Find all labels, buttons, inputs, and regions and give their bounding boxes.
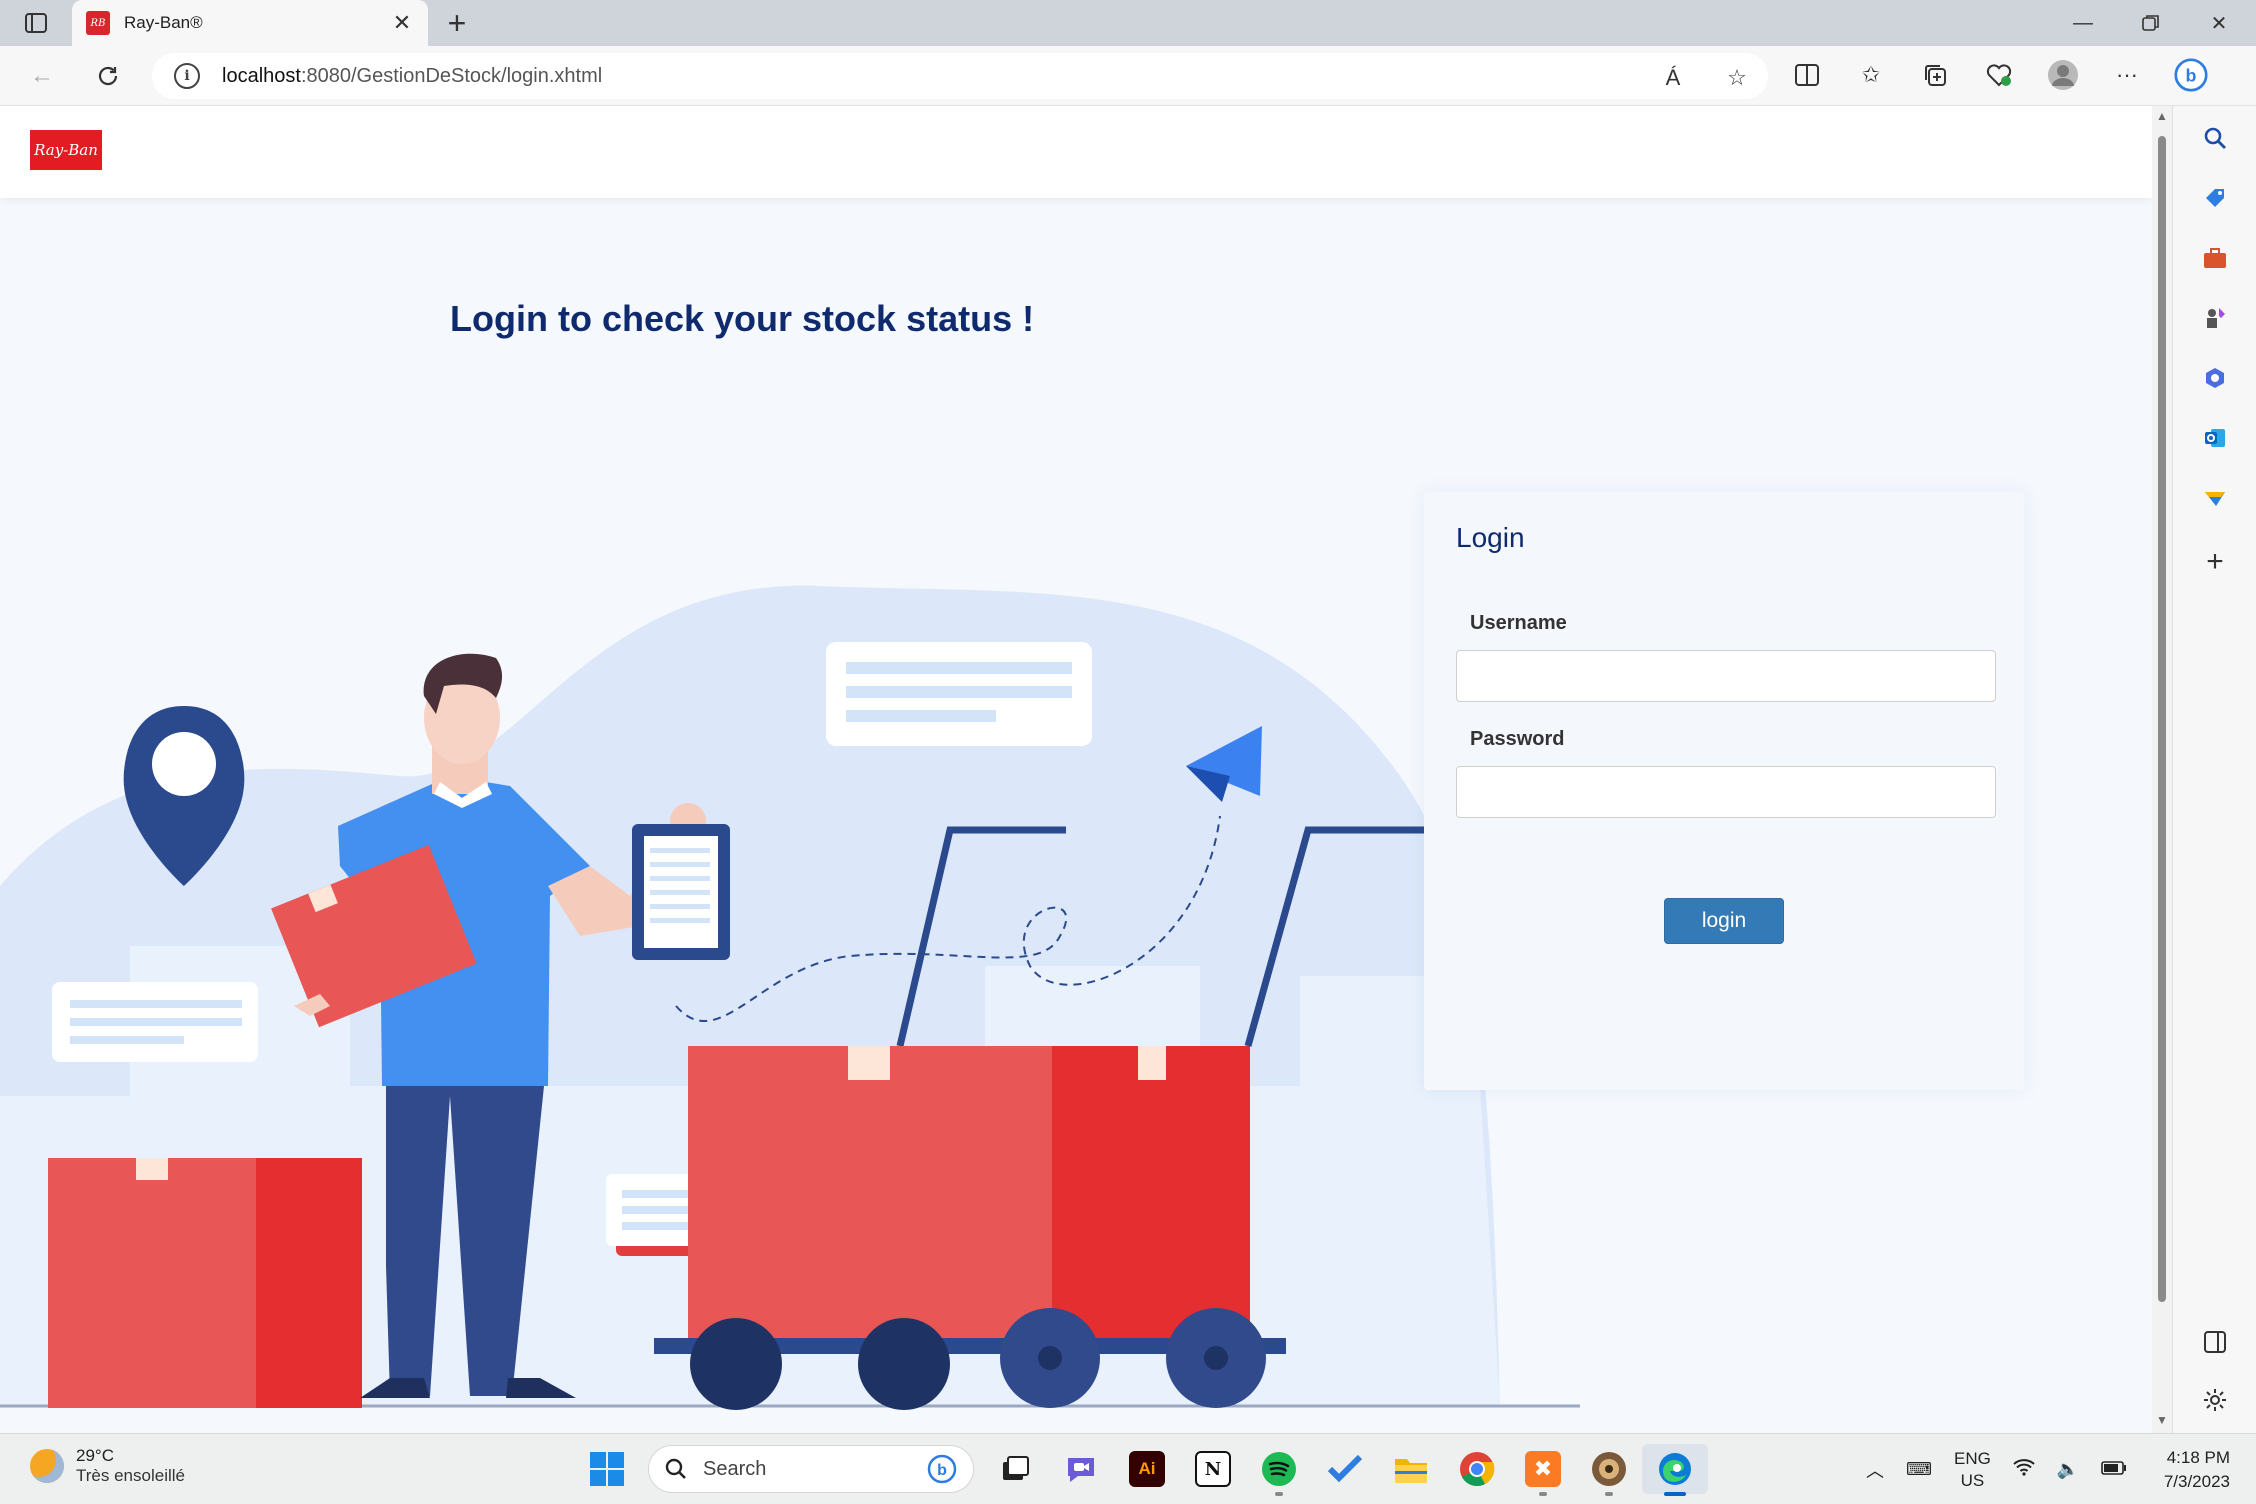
- login-panel: Login Username Password login: [1424, 492, 2024, 1090]
- language-code: ENG: [1953, 1448, 1991, 1468]
- favorite-star-icon[interactable]: ☆: [1720, 61, 1754, 95]
- new-tab-icon[interactable]: +: [440, 6, 474, 40]
- split-screen-icon[interactable]: [1790, 58, 1824, 92]
- hide-sidebar-icon[interactable]: [2199, 1326, 2231, 1358]
- todo-icon[interactable]: [1312, 1444, 1378, 1494]
- outlook-icon[interactable]: [2199, 422, 2231, 454]
- system-tray: ︿ ⌨ ENG US 🔈: [1866, 1434, 2127, 1504]
- notion-icon[interactable]: N: [1180, 1444, 1246, 1494]
- spotify-icon[interactable]: [1246, 1444, 1312, 1496]
- close-tab-icon[interactable]: ✕: [390, 10, 414, 36]
- illustrator-icon[interactable]: Ai: [1114, 1444, 1180, 1494]
- password-label: Password: [1470, 728, 1565, 750]
- tab-title: Ray-Ban®: [124, 13, 203, 32]
- restore-icon[interactable]: [2118, 0, 2184, 46]
- edge-icon[interactable]: [1642, 1444, 1708, 1496]
- login-button[interactable]: login: [1664, 898, 1784, 944]
- favorites-icon[interactable]: ✩: [1854, 58, 1888, 92]
- app-avatar-icon[interactable]: [1576, 1444, 1642, 1496]
- rayban-logo[interactable]: Ray-Ban: [30, 130, 102, 170]
- battery-icon[interactable]: [2101, 1459, 2127, 1480]
- url-host: localhost: [222, 64, 301, 87]
- svg-text:b: b: [937, 1462, 947, 1479]
- tools-briefcase-icon[interactable]: [2199, 242, 2231, 274]
- add-sidebar-app-icon[interactable]: +: [2199, 545, 2231, 578]
- search-icon: [665, 1458, 686, 1479]
- scroll-down-arrow-icon[interactable]: ▼: [2156, 1414, 2168, 1426]
- task-view-icon[interactable]: [982, 1444, 1048, 1494]
- microsoft-365-icon[interactable]: [2199, 362, 2231, 394]
- url-field[interactable]: i localhost:8080/GestionDeStock/login.xh…: [152, 53, 1768, 99]
- language-region: US: [1960, 1470, 1985, 1490]
- copilot-icon[interactable]: b: [2174, 58, 2208, 92]
- rayban-favicon-icon: RB: [86, 11, 110, 35]
- show-hidden-icons-chevron-icon[interactable]: ︿: [1866, 1457, 1884, 1483]
- page-scrollbar[interactable]: ▲ ▼: [2152, 106, 2172, 1433]
- tab-strip: RB Ray-Ban® ✕ + — ✕: [0, 0, 2256, 46]
- language-indicator[interactable]: ENG US: [1954, 1448, 1991, 1492]
- username-input[interactable]: [1456, 650, 1996, 702]
- warehouse-illustration: [0, 585, 1580, 1410]
- login-title: Login: [1456, 522, 1525, 553]
- weather-temperature: 29°C: [76, 1446, 114, 1465]
- back-arrow-icon[interactable]: ←: [24, 58, 60, 94]
- scroll-thumb[interactable]: [2158, 136, 2166, 1302]
- file-explorer-icon[interactable]: [1378, 1444, 1444, 1494]
- volume-icon[interactable]: 🔈: [2057, 1459, 2079, 1480]
- read-aloud-icon[interactable]: Á: [1656, 61, 1690, 95]
- keyboard-icon[interactable]: ⌨: [1906, 1459, 1932, 1480]
- start-button[interactable]: [574, 1444, 640, 1494]
- web-page: Ray-Ban Login to check your stock status…: [0, 106, 2152, 1433]
- xampp-icon[interactable]: ✖: [1510, 1444, 1576, 1496]
- url-path: :8080/GestionDeStock/login.xhtml: [300, 64, 603, 87]
- bing-icon: b: [927, 1454, 957, 1484]
- partly-sunny-icon: [30, 1449, 64, 1483]
- wifi-icon[interactable]: [2013, 1458, 2035, 1481]
- edge-sidebar: +: [2172, 106, 2256, 1433]
- svg-text:b: b: [2186, 65, 2197, 85]
- site-header: Ray-Ban: [0, 106, 2152, 198]
- close-window-icon[interactable]: ✕: [2186, 0, 2252, 46]
- username-label: Username: [1470, 612, 1567, 634]
- address-toolbar: ← i localhost:8080/GestionDeStock/login.…: [0, 46, 2256, 106]
- minimize-icon[interactable]: —: [2050, 0, 2116, 46]
- drop-send-icon[interactable]: [2199, 482, 2231, 514]
- browser-essentials-icon[interactable]: [1982, 58, 2016, 92]
- shopping-tag-icon[interactable]: [2199, 182, 2231, 214]
- search-icon[interactable]: [2199, 122, 2231, 154]
- taskbar-search-placeholder: Search: [703, 1457, 767, 1480]
- taskbar-search-box[interactable]: Search b: [648, 1445, 974, 1493]
- scroll-up-arrow-icon[interactable]: ▲: [2156, 110, 2168, 122]
- site-info-icon[interactable]: i: [174, 63, 200, 89]
- clock-time: 4:18 PM: [2166, 1448, 2230, 1467]
- weather-widget[interactable]: 29°C Très ensoleillé: [30, 1446, 185, 1486]
- windows-taskbar: 29°C Très ensoleillé Search b Ai N ✖ ︿ ⌨…: [0, 1433, 2256, 1504]
- chrome-icon[interactable]: [1444, 1444, 1510, 1494]
- tab-actions-icon[interactable]: [22, 10, 50, 36]
- tab-rayban[interactable]: RB Ray-Ban® ✕: [72, 0, 428, 46]
- page-headline: Login to check your stock status !: [450, 298, 1035, 339]
- more-options-icon[interactable]: ···: [2110, 58, 2144, 92]
- profile-avatar-icon[interactable]: [2046, 58, 2080, 92]
- settings-gear-icon[interactable]: [2199, 1384, 2231, 1416]
- games-icon[interactable]: [2199, 302, 2231, 334]
- weather-condition: Très ensoleillé: [76, 1466, 185, 1485]
- password-input[interactable]: [1456, 766, 1996, 818]
- clock-date: 7/3/2023: [2163, 1472, 2230, 1491]
- teams-chat-icon[interactable]: [1048, 1444, 1114, 1494]
- taskbar-clock[interactable]: 4:18 PM 7/3/2023: [2146, 1446, 2230, 1494]
- refresh-icon[interactable]: [90, 58, 126, 94]
- collections-icon[interactable]: [1918, 58, 1952, 92]
